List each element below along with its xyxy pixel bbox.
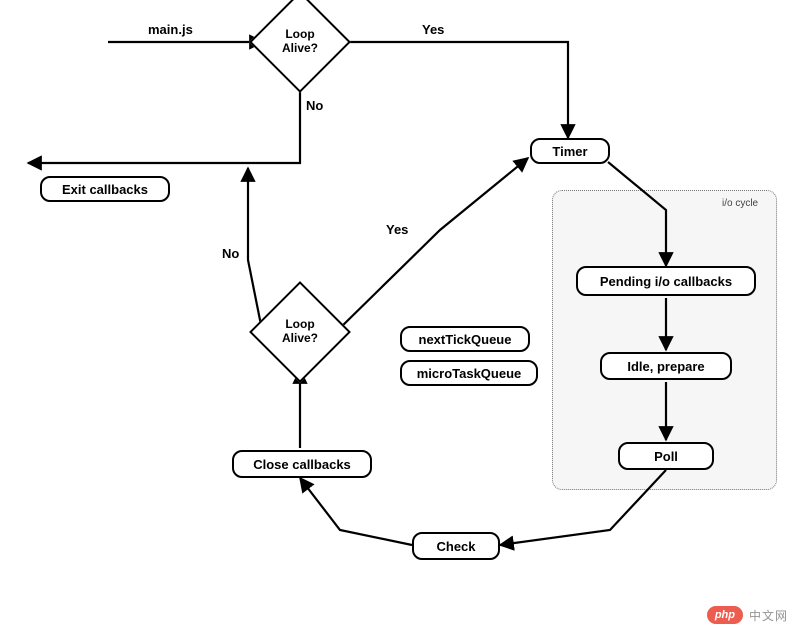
io-cycle-label: i/o cycle — [722, 198, 758, 209]
node-close-callbacks: Close callbacks — [232, 450, 372, 478]
watermark: php 中文网 — [707, 606, 788, 624]
label-no-mid: No — [222, 246, 239, 261]
watermark-text: 中文网 — [749, 607, 788, 624]
node-exit-callbacks: Exit callbacks — [40, 176, 170, 202]
decision-loop-alive-top: Loop Alive? — [264, 6, 336, 78]
node-timer: Timer — [530, 138, 610, 164]
node-nexttickqueue: nextTickQueue — [400, 326, 530, 352]
node-microtaskqueue: microTaskQueue — [400, 360, 538, 386]
decision-loop-alive-mid: Loop Alive? — [264, 296, 336, 368]
node-check: Check — [412, 532, 500, 560]
watermark-logo: php — [707, 606, 743, 624]
node-idle-prepare: Idle, prepare — [600, 352, 732, 380]
label-yes-mid: Yes — [386, 222, 408, 237]
label-mainjs: main.js — [148, 22, 193, 37]
node-pending-io-callbacks: Pending i/o callbacks — [576, 266, 756, 296]
label-yes-top: Yes — [422, 22, 444, 37]
node-poll: Poll — [618, 442, 714, 470]
label-no-top: No — [306, 98, 323, 113]
